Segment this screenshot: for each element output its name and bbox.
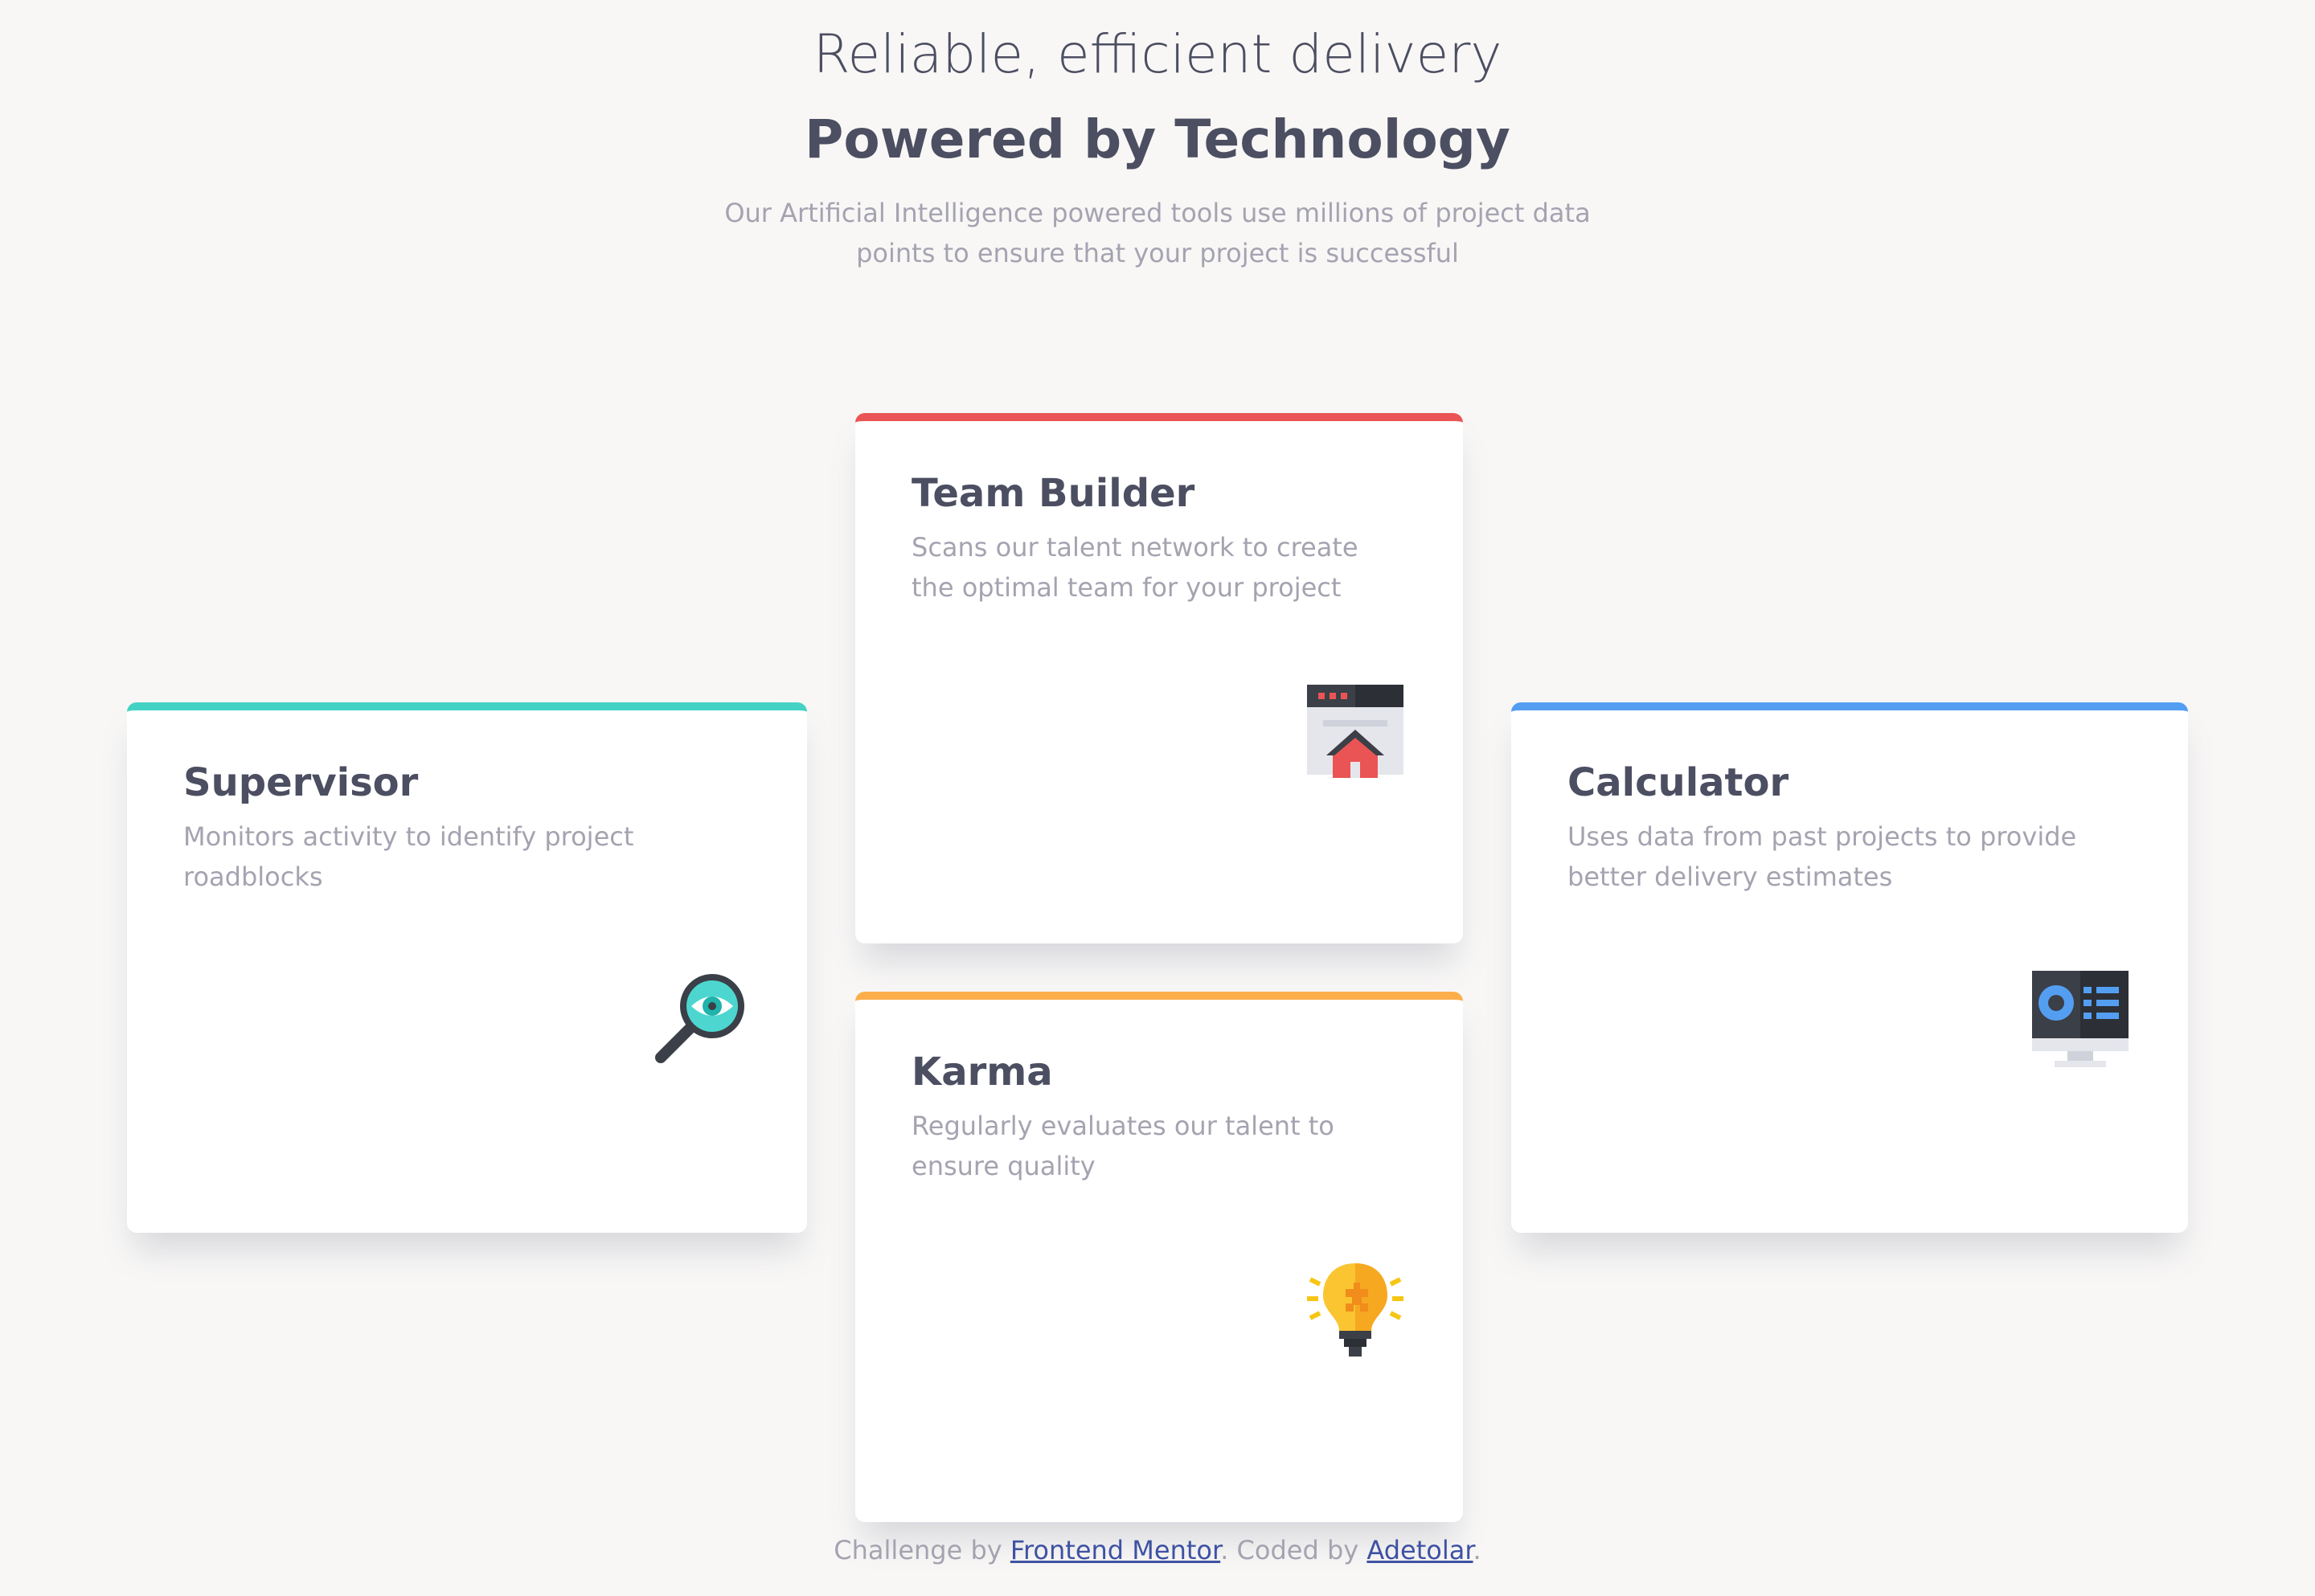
card-title: Team Builder (912, 471, 1195, 516)
card-description: Scans our talent network to create the o… (912, 532, 1358, 603)
card-karma: Karma Regularly evaluates our talent to … (855, 992, 1463, 1522)
card-title: Supervisor (183, 760, 419, 805)
footer-prefix: Challenge by (834, 1535, 1002, 1565)
card-description: Regularly evaluates our talent to ensure… (912, 1111, 1334, 1181)
card-supervisor: Supervisor Monitors activity to identify… (127, 702, 807, 1233)
footer-middle: . Coded by (1220, 1535, 1359, 1565)
card-team-builder: Team Builder Scans our talent network to… (855, 413, 1463, 943)
magnifier-eye-icon (648, 968, 751, 1070)
card-title: Calculator (1567, 760, 1789, 805)
hero-description: Our Artificial Intelligence powered tool… (724, 198, 1591, 268)
browser-house-icon (1304, 678, 1407, 781)
frontend-mentor-link[interactable]: Frontend Mentor (1010, 1535, 1220, 1565)
hero-subtitle: Reliable, efficient delivery (813, 23, 1502, 85)
attribution-footer: Challenge by Frontend Mentor. Coded by A… (0, 1530, 2315, 1570)
footer-suffix: . (1473, 1535, 1481, 1565)
card-title: Karma (912, 1050, 1053, 1095)
author-link[interactable]: Adetolar (1366, 1535, 1473, 1565)
card-description: Monitors activity to identify project ro… (183, 821, 634, 892)
card-calculator: Calculator Uses data from past projects … (1511, 702, 2188, 1233)
card-description: Uses data from past projects to provide … (1567, 821, 2077, 892)
lightbulb-icon (1304, 1257, 1407, 1360)
hero-title: Powered by Technology (805, 108, 1510, 170)
monitor-chart-icon (2029, 968, 2132, 1070)
